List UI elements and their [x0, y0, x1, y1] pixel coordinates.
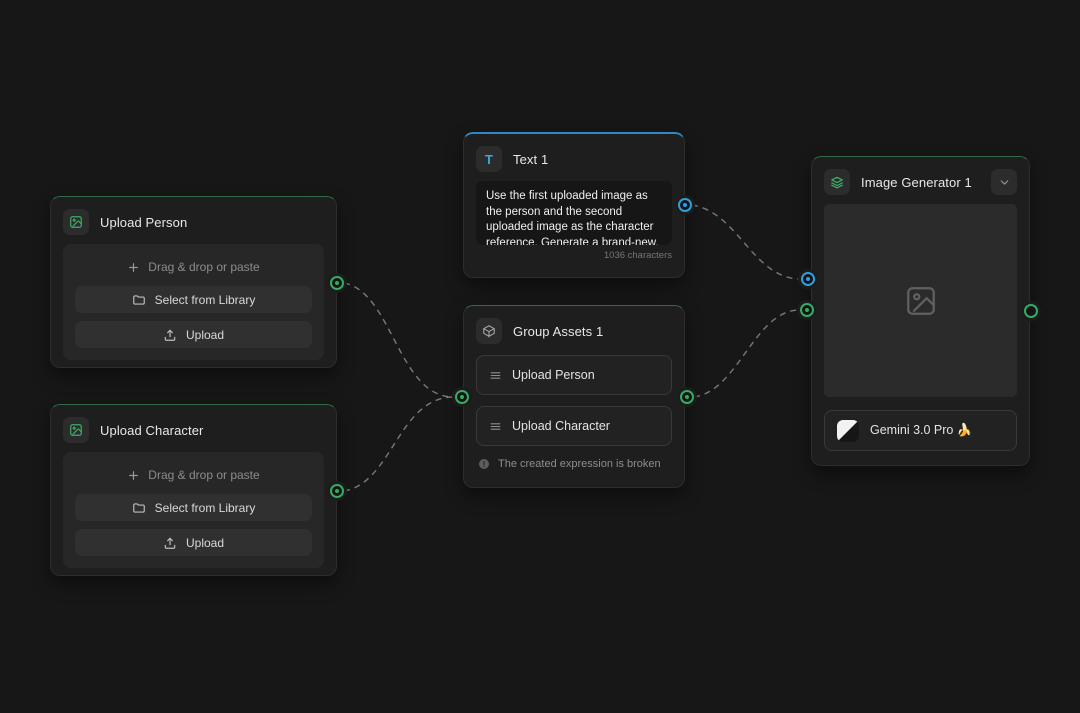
chevron-down-icon — [998, 176, 1011, 189]
node-title: Upload Person — [100, 215, 187, 230]
dropzone-label: Drag & drop or paste — [148, 468, 259, 482]
layers-icon — [824, 169, 850, 195]
collapse-button[interactable] — [991, 169, 1017, 195]
port-group-assets-input[interactable] — [455, 390, 469, 404]
port-text-output[interactable] — [678, 198, 692, 212]
port-upload-character-output[interactable] — [330, 484, 344, 498]
button-label: Upload — [186, 536, 224, 550]
text-icon: T — [476, 146, 502, 172]
connection-upload-character-to-group[interactable] — [344, 397, 452, 491]
node-title: Image Generator 1 — [861, 175, 972, 190]
node-header: Image Generator 1 — [824, 169, 1017, 195]
node-header: Upload Character — [63, 417, 324, 443]
asset-label: Upload Character — [512, 419, 610, 433]
select-from-library-button[interactable]: Select from Library — [75, 494, 312, 521]
folder-icon — [132, 501, 146, 515]
group-asset-item-person[interactable]: Upload Person — [476, 355, 672, 395]
upload-character-node[interactable]: Upload Character Drag & drop or paste Se… — [50, 404, 337, 576]
asset-label: Upload Person — [512, 368, 595, 382]
dropzone-label: Drag & drop or paste — [148, 260, 259, 274]
upload-icon — [163, 328, 177, 342]
upload-icon — [163, 536, 177, 550]
connection-upload-person-to-group[interactable] — [344, 283, 452, 397]
image-icon — [63, 417, 89, 443]
port-group-assets-output[interactable] — [680, 390, 694, 404]
folder-icon — [132, 293, 146, 307]
upload-dropzone[interactable]: Drag & drop or paste Select from Library… — [63, 244, 324, 360]
select-from-library-button[interactable]: Select from Library — [75, 286, 312, 313]
upload-button[interactable]: Upload — [75, 321, 312, 348]
button-label: Upload — [186, 328, 224, 342]
plus-icon — [127, 261, 140, 274]
model-label: Gemini 3.0 Pro 🍌 — [870, 423, 972, 438]
port-generator-text-input[interactable] — [801, 272, 815, 286]
button-label: Select from Library — [155, 293, 256, 307]
warning-row: The created expression is broken — [476, 458, 672, 470]
connection-text-to-generator[interactable] — [692, 205, 799, 279]
warning-icon — [478, 458, 490, 470]
picture-placeholder-icon — [904, 284, 938, 318]
node-header: Group Assets 1 — [476, 318, 672, 344]
gemini-icon — [837, 420, 859, 442]
text-node[interactable]: T Text 1 Use the first uploaded image as… — [463, 132, 685, 278]
connection-group-to-generator[interactable] — [694, 310, 798, 397]
drag-handle-icon[interactable] — [489, 369, 502, 382]
button-label: Select from Library — [155, 501, 256, 515]
image-generator-node[interactable]: Image Generator 1 Gemini 3.0 Pro 🍌 — [811, 156, 1030, 466]
model-selector[interactable]: Gemini 3.0 Pro 🍌 — [824, 410, 1017, 451]
upload-button[interactable]: Upload — [75, 529, 312, 556]
node-title: Upload Character — [100, 423, 204, 438]
port-generator-image-input[interactable] — [800, 303, 814, 317]
drag-handle-icon[interactable] — [489, 420, 502, 433]
plus-icon — [127, 469, 140, 482]
group-assets-node[interactable]: Group Assets 1 Upload Person Upload Char… — [463, 305, 685, 488]
upload-person-node[interactable]: Upload Person Drag & drop or paste Selec… — [50, 196, 337, 368]
package-icon — [476, 318, 502, 344]
port-upload-person-output[interactable] — [330, 276, 344, 290]
node-title: Text 1 — [513, 152, 548, 167]
group-asset-item-character[interactable]: Upload Character — [476, 406, 672, 446]
node-header: T Text 1 — [476, 146, 672, 172]
warning-text: The created expression is broken — [498, 458, 661, 470]
upload-dropzone[interactable]: Drag & drop or paste Select from Library… — [63, 452, 324, 568]
node-title: Group Assets 1 — [513, 324, 603, 339]
node-header: Upload Person — [63, 209, 324, 235]
port-generator-output[interactable] — [1024, 304, 1038, 318]
image-preview-placeholder — [824, 204, 1017, 397]
image-icon — [63, 209, 89, 235]
character-count: 1036 characters — [476, 250, 672, 261]
prompt-text-area[interactable]: Use the first uploaded image as the pers… — [476, 181, 672, 245]
